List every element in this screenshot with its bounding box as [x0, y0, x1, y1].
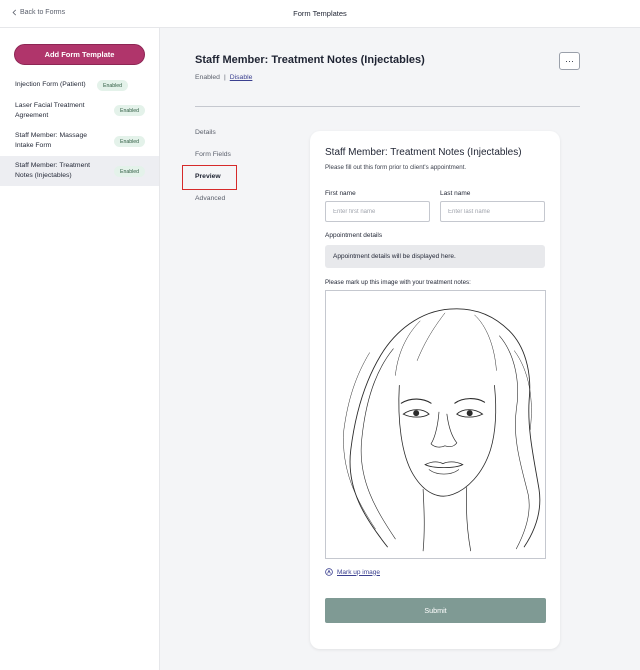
template-name: Laser Facial Treatment Agreement [15, 102, 85, 119]
face-sketch-drawing [343, 308, 541, 552]
mark-up-image-link[interactable]: Mark up image [325, 568, 380, 576]
top-bar: Back to Forms Form Templates [0, 0, 640, 28]
template-sidebar: Add Form Template Injection Form (Patien… [0, 28, 160, 670]
template-item-injection-form[interactable]: Injection Form (Patient) Enabled [0, 76, 159, 94]
template-item-treatment-notes[interactable]: Staff Member: Treatment Notes (Injectabl… [0, 156, 159, 186]
template-item-massage-intake[interactable]: Staff Member: Massage Intake Form Enable… [0, 128, 159, 154]
template-item-laser-facial[interactable]: Laser Facial Treatment Agreement Enabled [0, 98, 159, 124]
template-name: Staff Member: Massage Intake Form [15, 132, 88, 149]
template-title: Staff Member: Treatment Notes (Injectabl… [195, 54, 425, 66]
status-text: Enabled [195, 74, 220, 81]
subnav-advanced[interactable]: Advanced [195, 195, 225, 202]
ellipsis-icon: ··· [565, 55, 574, 66]
preview-highlight-box [182, 165, 237, 190]
status-badge: Enabled [114, 166, 146, 177]
disable-link[interactable]: Disable [230, 74, 253, 81]
last-name-input[interactable] [440, 201, 545, 222]
template-name: Staff Member: Treatment Notes (Injectabl… [15, 162, 91, 179]
page-title: Form Templates [293, 9, 347, 18]
status-badge: Enabled [114, 136, 146, 147]
mark-up-image-label: Mark up image [337, 568, 380, 576]
face-sketch-image[interactable] [325, 290, 546, 559]
pen-circle-icon [325, 568, 333, 576]
header-divider [195, 106, 580, 107]
appointment-details-box: Appointment details will be displayed he… [325, 245, 545, 268]
status-badge: Enabled [97, 80, 129, 91]
appointment-details-label: Appointment details [325, 232, 383, 239]
first-name-input[interactable] [325, 201, 430, 222]
form-preview-description: Please fill out this form prior to clien… [325, 164, 467, 171]
status-separator: | [223, 74, 226, 81]
template-name: Injection Form (Patient) [15, 81, 86, 88]
status-badge: Enabled [114, 105, 146, 116]
more-options-button[interactable]: ··· [559, 52, 580, 70]
subnav-form-fields[interactable]: Form Fields [195, 151, 231, 158]
image-markup-label: Please mark up this image with your trea… [325, 279, 471, 286]
subnav-details[interactable]: Details [195, 129, 216, 136]
first-name-label: First name [325, 190, 356, 197]
template-status-line: Enabled | Disable [195, 74, 252, 81]
form-preview-title: Staff Member: Treatment Notes (Injectabl… [325, 147, 522, 158]
last-name-label: Last name [440, 190, 471, 197]
submit-button[interactable]: Submit [325, 598, 546, 623]
add-form-template-button[interactable]: Add Form Template [14, 44, 145, 65]
